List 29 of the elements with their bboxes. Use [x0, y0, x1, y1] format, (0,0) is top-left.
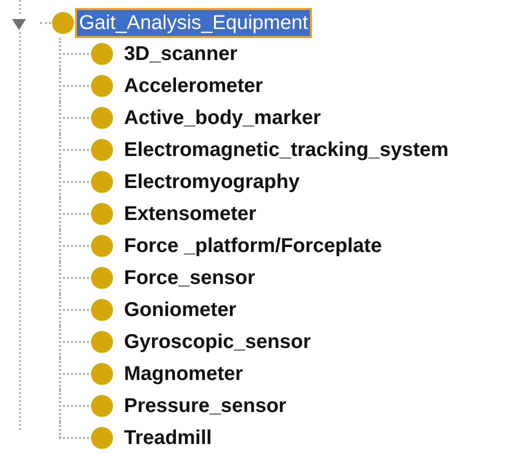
tree-item[interactable]: Magnometer	[123, 361, 244, 387]
collapse-arrow-icon[interactable]	[11, 17, 27, 31]
tree-item[interactable]: Treadmill	[123, 425, 213, 451]
tree-item[interactable]: Gait_Analysis_Equipment	[75, 8, 312, 38]
tree-item[interactable]: Pressure_sensor	[123, 393, 288, 419]
class-icon	[91, 299, 113, 321]
class-icon	[52, 12, 74, 34]
tree-item[interactable]: Force_sensor	[123, 265, 256, 291]
tree-item[interactable]: Force _platform/Forceplate	[123, 233, 383, 259]
tree-item[interactable]: Electromagnetic_tracking_system	[123, 137, 450, 163]
tree-item[interactable]: Extensometer	[123, 201, 258, 227]
class-icon	[91, 107, 113, 129]
class-icon	[91, 331, 113, 353]
class-icon	[91, 427, 113, 449]
class-icon	[91, 43, 113, 65]
tree-item[interactable]: Active_body_marker	[123, 105, 322, 131]
class-icon	[91, 139, 113, 161]
class-icon	[91, 75, 113, 97]
class-icon	[91, 171, 113, 193]
tree-item[interactable]: Accelerometer	[123, 73, 264, 99]
class-icon	[91, 395, 113, 417]
tree-item[interactable]: Goniometer	[123, 297, 238, 323]
tree-item[interactable]: Electromyography	[123, 169, 301, 195]
class-icon	[91, 267, 113, 289]
class-icon	[91, 235, 113, 257]
class-icon	[91, 203, 113, 225]
class-icon	[91, 363, 113, 385]
tree-item[interactable]: 3D_scanner	[123, 41, 238, 67]
tree-item[interactable]: Gyroscopic_sensor	[123, 329, 312, 355]
